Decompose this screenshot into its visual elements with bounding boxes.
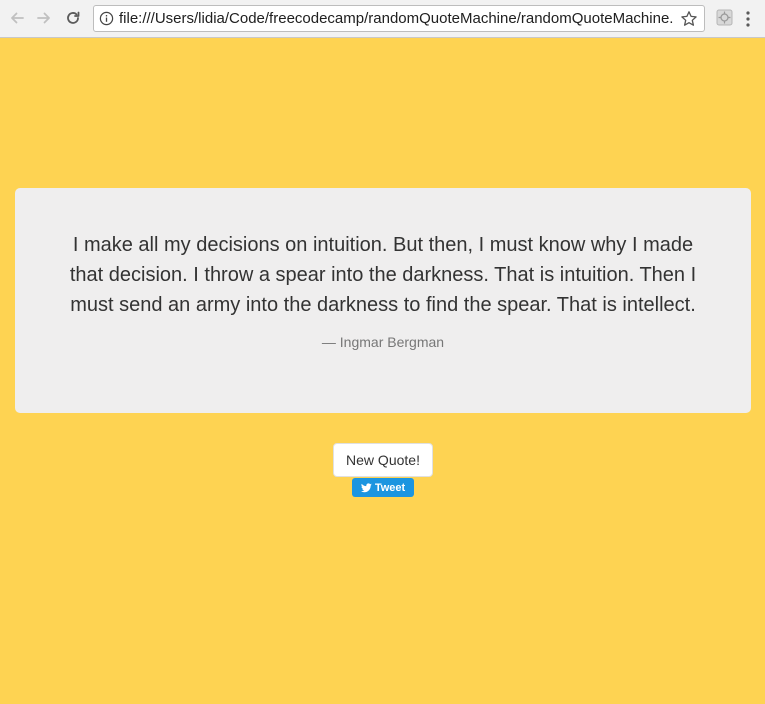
extension-icon[interactable] — [716, 9, 733, 26]
browser-toolbar: file:///Users/lidia/Code/freecodecamp/ra… — [0, 0, 765, 38]
tweet-button[interactable]: Tweet — [352, 478, 414, 497]
new-quote-button[interactable]: New Quote! — [333, 443, 433, 477]
address-bar[interactable]: file:///Users/lidia/Code/freecodecamp/ra… — [93, 5, 705, 32]
quote-author: — Ingmar Bergman — [321, 334, 445, 350]
new-quote-label: New Quote! — [346, 452, 420, 468]
reload-button[interactable] — [62, 7, 84, 29]
quote-card: I make all my decisions on intuition. Bu… — [15, 188, 751, 413]
info-icon[interactable] — [99, 11, 114, 26]
reload-icon — [67, 11, 80, 24]
arrow-right-icon — [37, 12, 50, 24]
forward-button[interactable] — [33, 7, 55, 29]
arrow-left-icon — [11, 12, 24, 24]
back-button[interactable] — [6, 7, 28, 29]
url-text[interactable]: file:///Users/lidia/Code/freecodecamp/ra… — [119, 10, 674, 27]
tweet-label: Tweet — [374, 481, 406, 494]
vertical-dots-icon[interactable] — [744, 10, 752, 28]
star-icon[interactable] — [680, 10, 698, 28]
quote-text: I make all my decisions on intuition. Bu… — [69, 234, 697, 316]
twitter-bird-icon — [360, 482, 372, 492]
